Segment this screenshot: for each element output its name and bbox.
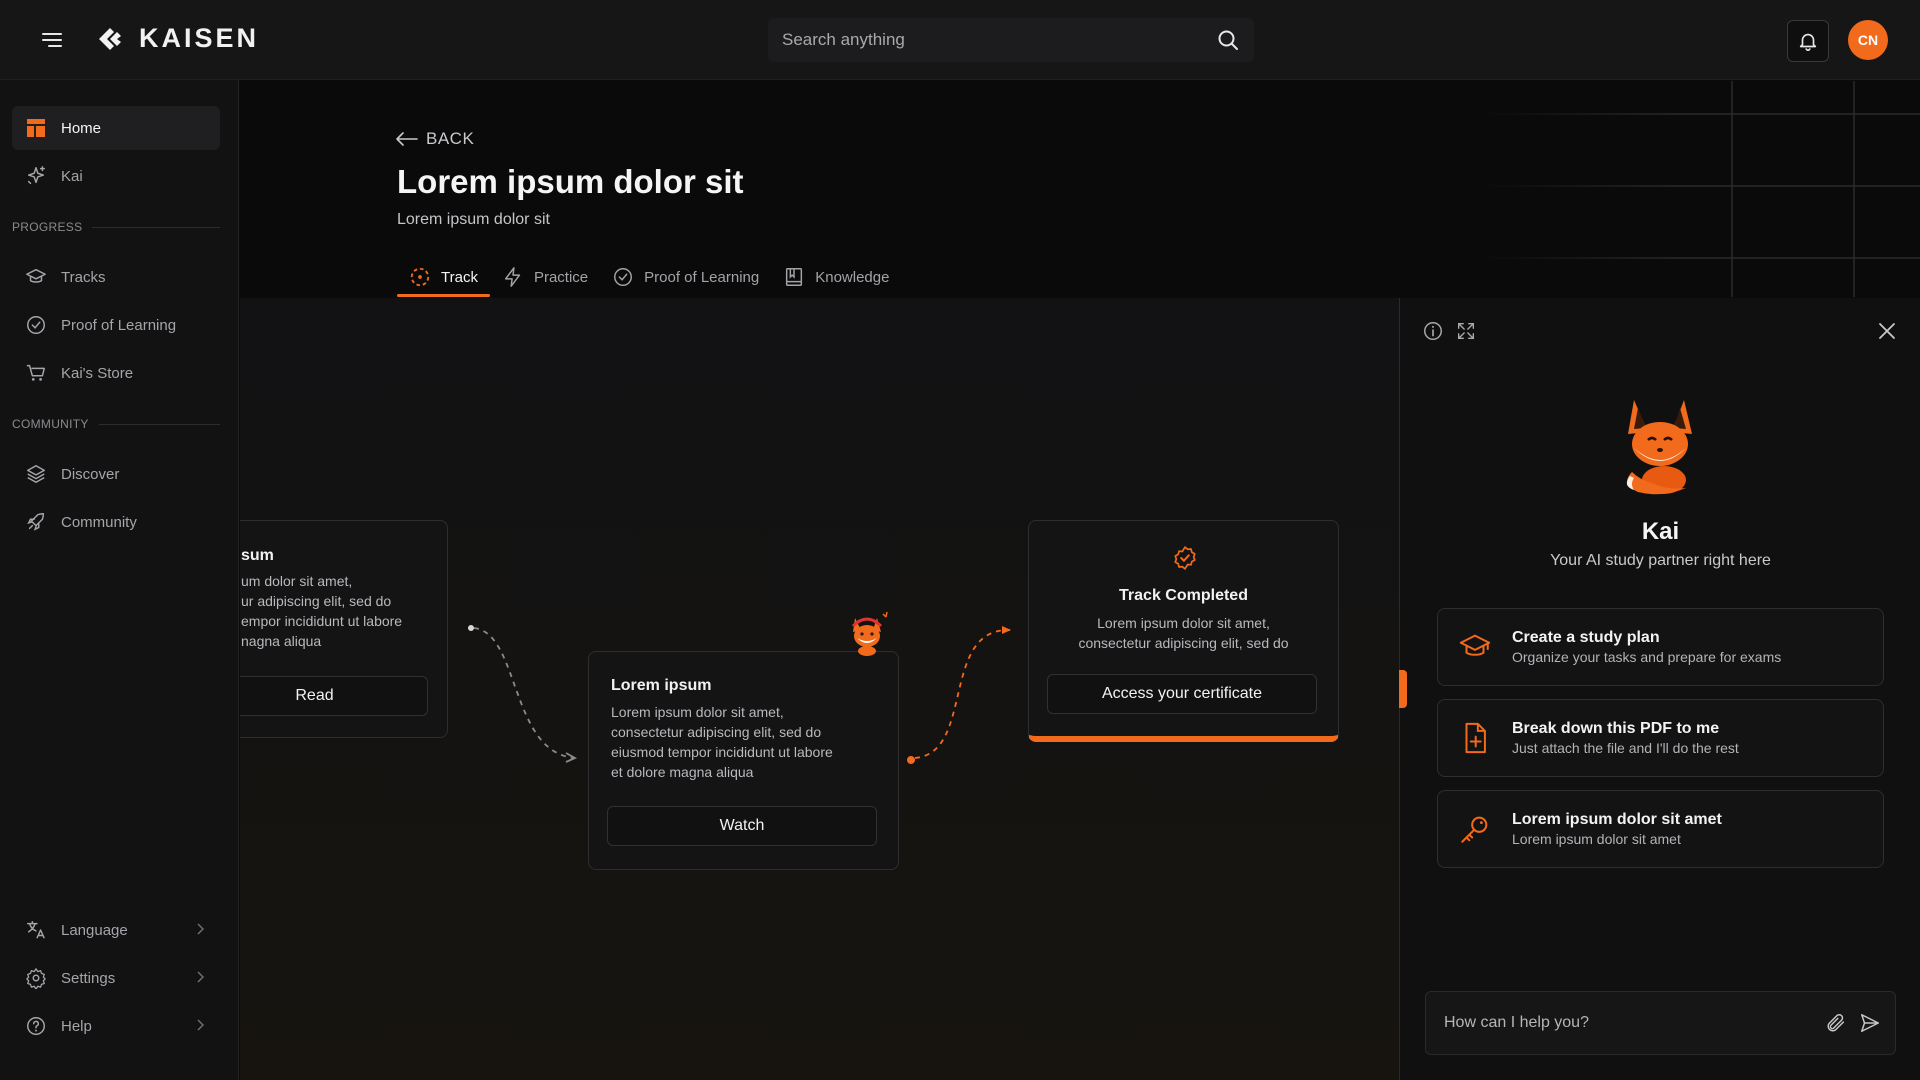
kai-tagline: Your AI study partner right here (1550, 552, 1771, 569)
kai-fox-avatar (1626, 400, 1692, 495)
translate-icon (25, 919, 47, 941)
send-icon[interactable] (1859, 1012, 1881, 1034)
tab-practice[interactable]: Practice (490, 257, 600, 297)
arrow-left-icon (396, 132, 418, 146)
notifications-button[interactable] (1787, 20, 1829, 62)
access-certificate-button[interactable]: Access your certificate (1047, 674, 1317, 714)
kai-name: Kai (1641, 518, 1680, 545)
back-label: BACK (426, 129, 475, 148)
key-icon (1461, 816, 1488, 843)
sidebar-item-label: Help (61, 1017, 92, 1035)
app-logo[interactable]: KAISEN (95, 23, 259, 54)
close-icon[interactable] (1878, 322, 1896, 340)
lightning-icon (504, 267, 521, 287)
tab-proof-of-learning[interactable]: Proof of Learning (600, 257, 771, 297)
info-icon[interactable] (1422, 320, 1444, 342)
card-description: Lorem ipsum dolor sit amet, consectetur … (1078, 615, 1289, 651)
home-icon (25, 117, 47, 139)
expand-icon[interactable] (1455, 320, 1477, 342)
verified-badge-icon (1174, 546, 1196, 570)
progress-section-label: PROGRESS (12, 220, 220, 234)
graduation-cap-icon (25, 266, 47, 288)
page-header: BACK Lorem ipsum dolor sit Lorem ipsum d… (240, 81, 1920, 297)
sidebar-item-home[interactable]: Home (12, 106, 220, 150)
card-description: um dolor sit amet, ur adipiscing elit, s… (241, 573, 403, 649)
tab-bar: Track Practice Proof of Learning Knowled… (397, 257, 901, 297)
sidebar-item-label: Language (61, 921, 128, 939)
sidebar-item-label: Tracks (61, 268, 106, 286)
rocket-icon (25, 511, 47, 533)
app-name: KAISEN (139, 23, 260, 53)
paperclip-icon[interactable] (1825, 1012, 1847, 1034)
card-description: Lorem ipsum dolor sit amet, consectetur … (611, 704, 833, 780)
page-subtitle: Lorem ipsum dolor sit (397, 211, 550, 228)
dashed-circle-icon (410, 267, 430, 287)
tab-track[interactable]: Track (397, 257, 490, 297)
sidebar-item-kais-store[interactable]: Kai's Store (12, 351, 220, 395)
sidebar-item-label: Community (61, 513, 137, 531)
fox-mascot-icon (851, 611, 888, 656)
back-button[interactable]: BACK (396, 129, 474, 149)
logo-mark-icon (99, 27, 121, 50)
gear-icon (25, 967, 47, 989)
track-card-watch: Lorem ipsum Lorem ipsum dolor sit amet, … (588, 651, 899, 870)
check-circle-icon (25, 314, 47, 336)
sidebar-item-help[interactable]: Help (12, 1004, 220, 1048)
chat-input-bar (1425, 991, 1896, 1055)
watch-button[interactable]: Watch (607, 806, 877, 846)
tab-knowledge[interactable]: Knowledge (771, 257, 901, 297)
track-card-read: sum um dolor sit amet, ur adipiscing eli… (240, 520, 448, 738)
sidebar-item-language[interactable]: Language (12, 908, 220, 952)
search-input[interactable] (782, 30, 1216, 50)
read-button[interactable]: Read (240, 676, 428, 716)
chevron-right-icon (197, 971, 204, 983)
sidebar-item-label: Home (61, 119, 102, 137)
sidebar-item-label: Settings (61, 969, 116, 987)
sparkle-icon (25, 165, 47, 187)
search-bar (768, 18, 1254, 62)
sidebar-item-proof-of-learning[interactable]: Proof of Learning (12, 303, 220, 347)
card-title: Track Completed (1119, 587, 1248, 604)
chevron-right-icon (197, 1019, 204, 1031)
sidebar-item-label: Discover (61, 465, 120, 483)
sidebar-item-label: Kai (61, 167, 83, 185)
track-card-completed: Track Completed Lorem ipsum dolor sit am… (1028, 520, 1339, 742)
sidebar-item-label: Proof of Learning (61, 316, 177, 334)
sidebar-item-label: Kai's Store (61, 364, 134, 382)
option-break-down-pdf[interactable]: Break down this PDF to me Just attach th… (1437, 699, 1884, 777)
sidebar-item-discover[interactable]: Discover (12, 452, 220, 496)
community-section-label: COMMUNITY (12, 417, 220, 431)
card-title: Lorem ipsum (611, 677, 712, 694)
help-circle-icon (25, 1015, 47, 1037)
chevron-right-icon (197, 923, 204, 935)
avatar[interactable]: CN (1848, 20, 1888, 60)
top-bar: KAISEN CN (0, 0, 1920, 80)
sidebar-item-community[interactable]: Community (12, 500, 220, 544)
option-create-study-plan[interactable]: Create a study plan Organize your tasks … (1437, 608, 1884, 686)
cart-icon (25, 362, 47, 384)
sidebar: Home Kai PROGRESS Tracks Proof of Learni… (0, 80, 239, 1080)
check-circle-icon (614, 268, 633, 286)
book-icon (786, 268, 803, 286)
grid-decoration (1480, 81, 1920, 297)
bell-icon (1799, 33, 1817, 51)
sidebar-item-kai[interactable]: Kai (12, 154, 220, 198)
option-lorem-ipsum[interactable]: Lorem ipsum dolor sit amet Lorem ipsum d… (1437, 790, 1884, 868)
kai-panel: Kai Your AI study partner right here Cre… (1399, 298, 1920, 1080)
file-plus-icon (1465, 722, 1486, 754)
graduation-cap-icon (1459, 634, 1491, 656)
page-title: Lorem ipsum dolor sit (397, 163, 744, 200)
search-icon[interactable] (1216, 28, 1240, 52)
track-canvas[interactable]: sum um dolor sit amet, ur adipiscing eli… (240, 298, 1399, 1080)
layers-icon (25, 463, 47, 485)
sidebar-item-settings[interactable]: Settings (12, 956, 220, 1000)
menu-icon[interactable] (40, 29, 64, 51)
chat-input[interactable] (1444, 1014, 1813, 1032)
sidebar-item-tracks[interactable]: Tracks (12, 255, 220, 299)
panel-resize-handle[interactable] (1399, 670, 1407, 708)
card-title: sum (241, 547, 274, 564)
